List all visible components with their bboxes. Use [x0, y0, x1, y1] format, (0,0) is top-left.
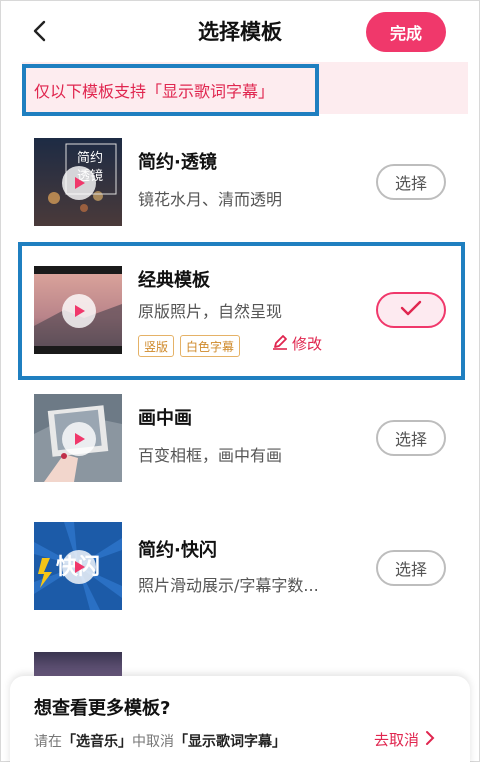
- template-desc: 照片滑动展示/字幕字数...: [138, 576, 319, 595]
- template-item-huazhonghua[interactable]: 画中画 百变相框，画中有画 选择: [0, 382, 480, 502]
- instruction-mid: 中取消: [132, 734, 174, 750]
- pencil-icon: [272, 334, 288, 354]
- template-name: 画中画: [138, 408, 192, 429]
- instruction-prefix: 请在: [34, 734, 62, 750]
- template-item-jianyue-toujing[interactable]: 简约 透镜 简约·透镜 镜花水月、清而透明 选择: [0, 124, 480, 244]
- notice-highlight: 仅以下模板支持「显示歌词字幕」: [22, 64, 319, 116]
- go-cancel-link[interactable]: 去取消: [374, 729, 435, 750]
- select-button[interactable]: 选择: [376, 420, 446, 456]
- notice-text: 仅以下模板支持「显示歌词字幕」: [34, 82, 275, 101]
- selected-check-button[interactable]: [376, 292, 446, 328]
- play-icon[interactable]: [62, 166, 96, 200]
- edit-label: 修改: [292, 335, 323, 353]
- instruction-feature: 「显示歌词字幕」: [174, 734, 286, 750]
- tag-subtitle-color: 白色字幕: [180, 335, 241, 357]
- more-templates-sheet: 想查看更多模板? 请在「选音乐」中取消「显示歌词字幕」 去取消: [10, 676, 470, 762]
- edit-button[interactable]: 修改: [272, 333, 322, 354]
- sheet-title: 想查看更多模板?: [34, 698, 171, 719]
- template-item-jianyue-kuaishan[interactable]: 快闪 简约·快闪 照片滑动展示/字幕字数... 选择: [0, 510, 480, 630]
- select-button[interactable]: 选择: [376, 164, 446, 200]
- done-button[interactable]: 完成: [366, 12, 446, 52]
- play-icon[interactable]: [62, 550, 96, 584]
- select-button[interactable]: 选择: [376, 550, 446, 586]
- template-thumbnail: [34, 394, 122, 482]
- sheet-instruction: 请在「选音乐」中取消「显示歌词字幕」: [34, 731, 286, 751]
- instruction-music: 「选音乐」: [62, 734, 132, 750]
- template-thumbnail: 简约 透镜: [34, 138, 122, 226]
- chevron-right-icon: [425, 730, 435, 750]
- template-name: 简约·透镜: [138, 152, 217, 173]
- template-desc: 百变相框，画中有画: [138, 446, 283, 465]
- go-cancel-label: 去取消: [374, 731, 420, 749]
- svg-text:简约: 简约: [77, 150, 103, 166]
- template-name: 简约·快闪: [138, 540, 217, 561]
- check-icon: [400, 300, 422, 320]
- template-thumbnail-partial: [34, 652, 122, 676]
- tag-orientation: 竖版: [138, 335, 175, 357]
- header: 选择模板 完成: [0, 0, 480, 62]
- play-icon[interactable]: [62, 422, 96, 456]
- template-thumbnail: 快闪: [34, 522, 122, 610]
- template-desc: 镜花水月、清而透明: [138, 190, 283, 209]
